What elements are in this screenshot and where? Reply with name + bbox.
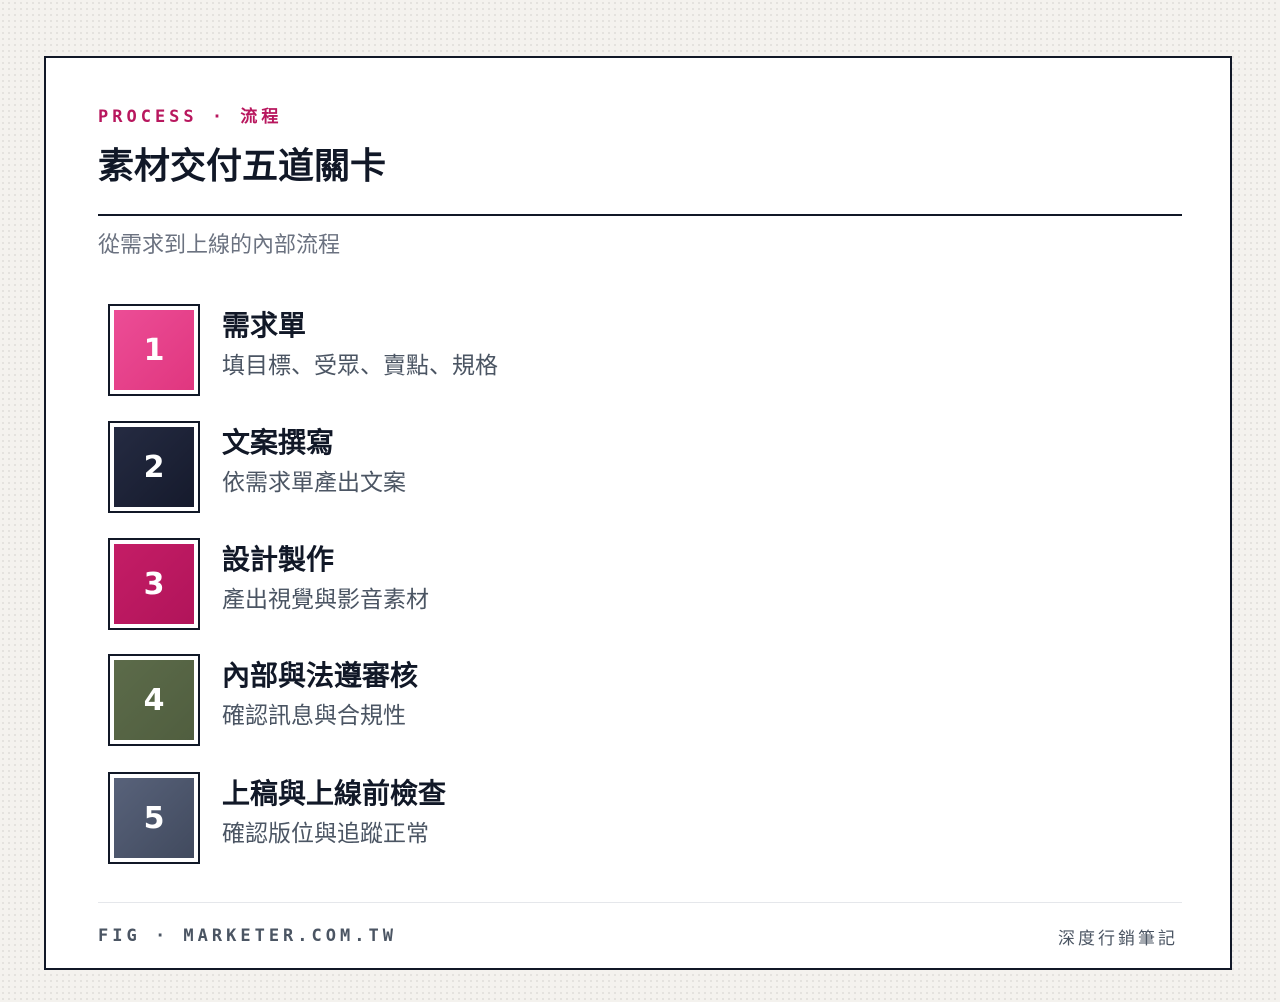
step-title: 文案撰寫 xyxy=(222,426,335,459)
step-number-box: 3 xyxy=(108,538,200,630)
step-number: 5 xyxy=(114,778,194,858)
step-description: 產出視覺與影音素材 xyxy=(222,587,429,613)
process-step: 3 設計製作 產出視覺與影音素材 xyxy=(108,538,1108,630)
footer-divider xyxy=(98,902,1182,903)
step-number: 3 xyxy=(114,544,194,624)
step-number-box: 2 xyxy=(108,421,200,513)
process-step: 2 文案撰寫 依需求單產出文案 xyxy=(108,421,1108,513)
step-description: 確認訊息與合規性 xyxy=(222,703,406,729)
process-step: 4 內部與法遵審核 確認訊息與合規性 xyxy=(108,654,1108,746)
step-description: 依需求單產出文案 xyxy=(222,470,406,496)
step-title: 需求單 xyxy=(222,309,307,342)
step-description: 填目標、受眾、賣點、規格 xyxy=(222,353,498,379)
step-number: 1 xyxy=(114,310,194,390)
footer-source: FIG · MARKETER.COM.TW xyxy=(98,926,397,946)
step-number-box: 5 xyxy=(108,772,200,864)
step-number: 2 xyxy=(114,427,194,507)
process-step: 1 需求單 填目標、受眾、賣點、規格 xyxy=(108,304,1108,396)
page-subtitle: 從需求到上線的內部流程 xyxy=(98,233,341,258)
footer-brand: 深度行銷筆記 xyxy=(1058,929,1178,949)
step-number-box: 4 xyxy=(108,654,200,746)
step-title: 設計製作 xyxy=(222,543,335,576)
eyebrow-label: PROCESS · 流程 xyxy=(98,107,283,127)
step-number-box: 1 xyxy=(108,304,200,396)
step-number: 4 xyxy=(114,660,194,740)
title-divider xyxy=(98,214,1182,216)
process-step: 5 上稿與上線前檢查 確認版位與追蹤正常 xyxy=(108,772,1108,864)
step-title: 上稿與上線前檢查 xyxy=(222,777,447,810)
page-title: 素材交付五道關卡 xyxy=(98,145,387,187)
step-description: 確認版位與追蹤正常 xyxy=(222,821,429,847)
process-card: PROCESS · 流程 素材交付五道關卡 從需求到上線的內部流程 1 需求單 … xyxy=(44,56,1232,970)
step-title: 內部與法遵審核 xyxy=(222,659,419,692)
